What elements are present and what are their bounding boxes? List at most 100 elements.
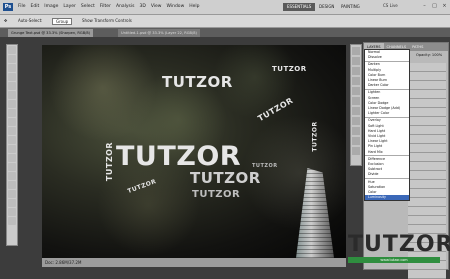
tool-icon[interactable] xyxy=(8,136,16,144)
panel-dock-icon[interactable] xyxy=(352,137,360,145)
layer-row[interactable] xyxy=(408,63,446,72)
layer-row[interactable] xyxy=(408,180,446,189)
workspace-essentials[interactable]: ESSENTIALS xyxy=(283,3,316,11)
panel-dock-icon[interactable] xyxy=(352,127,360,135)
menu-bar: File Edit Image Layer Select Filter Analysis 3D… xyxy=(18,4,200,9)
tab-paths[interactable]: PATHS xyxy=(409,43,426,51)
menu-item-view[interactable]: View xyxy=(151,4,162,9)
tutzor-watermark: TUTZOR www.tutzor.com xyxy=(346,232,450,268)
move-tool-icon[interactable]: ✥ xyxy=(4,18,7,23)
menu-item-layer[interactable]: Layer xyxy=(63,4,76,9)
tool-icon[interactable] xyxy=(8,109,16,117)
layer-row[interactable] xyxy=(408,135,446,144)
panel-dock-icon[interactable] xyxy=(352,107,360,115)
tool-icon[interactable] xyxy=(8,118,16,126)
watermark-title: TUTZOR xyxy=(348,232,450,257)
layer-row[interactable] xyxy=(408,207,446,216)
canvas-word: TUTZOR xyxy=(162,73,233,91)
layer-row[interactable] xyxy=(408,72,446,81)
layer-row[interactable] xyxy=(408,144,446,153)
watermark-url: www.tutzor.com xyxy=(348,257,440,263)
workspace-design[interactable]: DESIGN xyxy=(315,3,338,11)
auto-select-checkbox[interactable]: Auto-Select: xyxy=(18,18,43,23)
tool-icon[interactable] xyxy=(8,172,16,180)
canvas-word-large: TUTZOR xyxy=(116,141,242,172)
tool-icon[interactable] xyxy=(8,217,16,225)
layer-row[interactable] xyxy=(408,99,446,108)
panel-dock-icon[interactable] xyxy=(352,77,360,85)
layer-row[interactable] xyxy=(408,216,446,225)
panel-dock-icon[interactable] xyxy=(352,67,360,75)
panel-dock-icon[interactable] xyxy=(352,97,360,105)
auto-select-dropdown[interactable]: Group xyxy=(52,18,73,25)
blend-option[interactable]: Dissolve xyxy=(365,55,409,60)
menu-item-file[interactable]: File xyxy=(18,4,26,9)
tool-icon[interactable] xyxy=(8,145,16,153)
canvas-word: TUTZOR xyxy=(272,65,307,73)
menu-item-analysis[interactable]: Analysis xyxy=(116,4,135,9)
blend-option[interactable]: Luminosity xyxy=(365,195,409,201)
tool-icon[interactable] xyxy=(8,181,16,189)
layer-row[interactable] xyxy=(408,162,446,171)
workspace-painting[interactable]: PAINTING xyxy=(337,3,364,11)
blend-option[interactable]: Darker Color xyxy=(365,83,409,88)
tool-icon[interactable] xyxy=(8,46,16,54)
tool-icon[interactable] xyxy=(8,91,16,99)
tool-icon[interactable] xyxy=(8,208,16,216)
options-bar: ✥ Auto-Select: Group Show Transform Cont… xyxy=(0,15,450,28)
menu-item-3d[interactable]: 3D xyxy=(139,4,145,9)
show-transform-controls[interactable]: Show Transform Controls xyxy=(82,18,132,23)
panel-dock-icon[interactable] xyxy=(352,47,360,55)
maximize-icon[interactable]: □ xyxy=(430,2,439,10)
menu-item-image[interactable]: Image xyxy=(44,4,58,9)
tool-icon[interactable] xyxy=(8,190,16,198)
menu-item-filter[interactable]: Filter xyxy=(100,4,111,9)
blend-mode-dropdown: Normal Dissolve Darken Multiply Color Burn Li… xyxy=(364,49,410,202)
panel-dock-icon[interactable] xyxy=(352,147,360,155)
tab-grunge-text[interactable]: Grunge Text.psd @ 33.3% (Sharpen, RGB/8) xyxy=(8,29,94,37)
menu-item-help[interactable]: Help xyxy=(189,4,199,9)
panel-dock-icon[interactable] xyxy=(352,117,360,125)
panel-dock-icon[interactable] xyxy=(352,87,360,95)
layer-row[interactable] xyxy=(408,270,446,279)
layer-row[interactable] xyxy=(408,198,446,207)
opacity-field[interactable]: Opacity: 100% xyxy=(416,53,442,57)
layer-row[interactable] xyxy=(408,171,446,180)
layer-row[interactable] xyxy=(408,108,446,117)
blend-option[interactable]: Hard Mix xyxy=(365,150,409,155)
layer-row[interactable] xyxy=(408,90,446,99)
layer-row[interactable] xyxy=(408,81,446,90)
tool-icon[interactable] xyxy=(8,163,16,171)
tool-icon[interactable] xyxy=(8,73,16,81)
tool-icon[interactable] xyxy=(8,100,16,108)
tool-icon[interactable] xyxy=(8,154,16,162)
blend-option[interactable]: Lighter Color xyxy=(365,111,409,116)
blend-option[interactable]: Divide xyxy=(365,172,409,177)
tool-icon[interactable] xyxy=(8,127,16,135)
photoshop-logo: Ps xyxy=(3,3,13,11)
document-tab-bar: Grunge Text.psd @ 33.3% (Sharpen, RGB/8)… xyxy=(0,28,450,37)
panel-dock-icon[interactable] xyxy=(352,57,360,65)
canvas-word: TUTZOR xyxy=(190,169,261,187)
document-canvas[interactable]: TUTZOR TUTZOR TUTZOR TUTZOR TUTZOR TUTZO… xyxy=(42,45,346,258)
tool-icon[interactable] xyxy=(8,64,16,72)
layer-row[interactable] xyxy=(408,153,446,162)
menu-item-window[interactable]: Window xyxy=(167,4,185,9)
application-bar: Ps File Edit Image Layer Select Filter Analysi… xyxy=(0,0,450,15)
canvas-word: TUTZOR xyxy=(192,189,241,200)
minimize-icon[interactable]: – xyxy=(420,2,429,10)
close-icon[interactable]: × xyxy=(440,2,449,10)
menu-item-select[interactable]: Select xyxy=(81,4,95,9)
menu-item-edit[interactable]: Edit xyxy=(31,4,40,9)
layer-row[interactable] xyxy=(408,117,446,126)
tool-icon[interactable] xyxy=(8,55,16,63)
cs-live-button[interactable]: CS Live xyxy=(383,3,398,8)
tab-untitled[interactable]: Untitled-1.psd @ 33.3% (Layer 22, RGB/8) xyxy=(118,29,200,37)
canvas-word: TUTZOR xyxy=(105,141,115,182)
layer-row[interactable] xyxy=(408,126,446,135)
tool-icon[interactable] xyxy=(8,199,16,207)
status-bar: Doc: 2.86M/37.2M xyxy=(42,258,346,267)
layer-row[interactable] xyxy=(408,189,446,198)
tool-icon[interactable] xyxy=(8,82,16,90)
panel-icon-dock xyxy=(350,44,362,166)
